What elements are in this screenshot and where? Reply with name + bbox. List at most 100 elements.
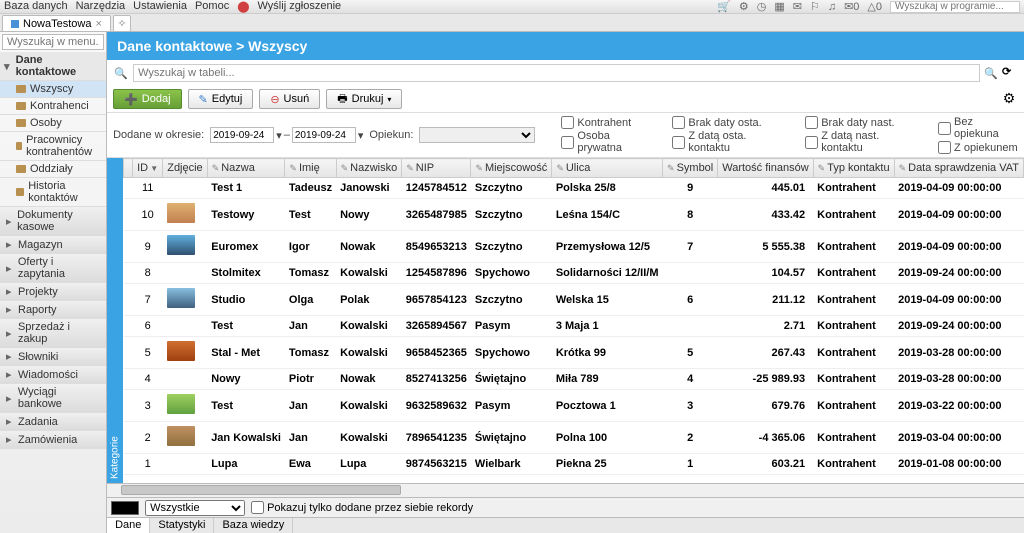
- menu-baza[interactable]: Baza danych: [4, 0, 68, 13]
- settings-icon[interactable]: ⚙: [739, 0, 749, 13]
- col-miejscowość[interactable]: ✎Miejscowość: [471, 159, 552, 178]
- sidebar-section-sprzedaż-i-zakup[interactable]: ▸Sprzedaż i zakup: [0, 319, 106, 348]
- tab-label: NowaTestowa: [23, 18, 91, 30]
- filter-combo[interactable]: Wszystkie: [145, 500, 245, 516]
- menu-zgloszenie[interactable]: Wyślij zgłoszenie: [258, 0, 342, 13]
- calendar-icon[interactable]: ▦: [774, 0, 784, 13]
- global-search-input[interactable]: [890, 1, 1020, 13]
- cart-icon[interactable]: 🛒: [717, 0, 731, 13]
- menu-narzedzia[interactable]: Narzędzia: [76, 0, 126, 13]
- sidebar-item-wszyscy[interactable]: Wszyscy: [0, 81, 106, 98]
- col-nazwisko[interactable]: ✎Nazwisko: [336, 159, 402, 178]
- only-own-check[interactable]: Pokazuj tylko dodane przez siebie rekord…: [251, 501, 473, 514]
- date-to-input[interactable]: [292, 127, 356, 143]
- col-nazwa[interactable]: ✎Nazwa: [207, 159, 285, 178]
- add-button[interactable]: ➕ Dodaj: [113, 89, 181, 109]
- table-row[interactable]: 9EuromexIgorNowak8549653213SzczytnoPrzem…: [124, 231, 1024, 263]
- flag-icon[interactable]: ⚐: [810, 0, 820, 13]
- sort-desc-icon: ▼: [148, 164, 158, 173]
- table-row[interactable]: 4NowyPiotrNowak8527413256ŚwiętajnoMiła 7…: [124, 369, 1024, 390]
- gear-icon[interactable]: ⚙: [1000, 89, 1018, 107]
- sidebar-section-projekty[interactable]: ▸Projekty: [0, 283, 106, 301]
- table-row[interactable]: 11Test 1TadeuszJanowski1245784512Szczytn…: [124, 178, 1024, 199]
- menu-ustawienia[interactable]: Ustawienia: [133, 0, 187, 13]
- table-row[interactable]: 2Jan KowalskiJanKowalski7896541235Święta…: [124, 422, 1024, 454]
- col-zdjęcie[interactable]: Zdjęcie: [163, 159, 207, 178]
- table-row[interactable]: 6TestJanKowalski3265894567Pasym3 Maja 12…: [124, 316, 1024, 337]
- col-typ-kontaktu[interactable]: ✎Typ kontaktu: [813, 159, 894, 178]
- filter-check-kontrahent[interactable]: Kontrahent: [561, 116, 654, 129]
- filter-check-z-dat-osta-kontaktu[interactable]: Z datą osta. kontaktu: [672, 130, 787, 154]
- sidebar-section-oferty-i-zapytania[interactable]: ▸Oferty i zapytania: [0, 254, 106, 283]
- col-blank[interactable]: [124, 159, 133, 178]
- tab-dane[interactable]: Dane: [107, 518, 150, 533]
- sidebar-section-wiadomości[interactable]: ▸Wiadomości: [0, 366, 106, 384]
- sidebar-section-magazyn[interactable]: ▸Magazyn: [0, 236, 106, 254]
- tab-nowatestowa[interactable]: NowaTestowa ×: [2, 15, 111, 31]
- menu-pomoc[interactable]: Pomoc: [195, 0, 229, 13]
- sidebar-section-zadania[interactable]: ▸Zadania: [0, 413, 106, 431]
- col-imię[interactable]: ✎Imię: [285, 159, 336, 178]
- sidebar-item-osoby[interactable]: Osoby: [0, 115, 106, 132]
- sidebar-item-pracownicy-kontrahentów[interactable]: Pracownicy kontrahentów: [0, 132, 106, 161]
- pencil-icon: ✎: [212, 163, 220, 173]
- filter-check-z-dat-nast-kontaktu[interactable]: Z datą nast. kontaktu: [805, 130, 920, 154]
- print-button[interactable]: 🖶 Drukuj ▾: [326, 89, 402, 109]
- sidebar-item-historia-kontaktów[interactable]: Historia kontaktów: [0, 178, 106, 207]
- filter-check-brak-daty-osta-[interactable]: Brak daty osta.: [672, 116, 787, 129]
- sidebar-section-wyciągi-bankowe[interactable]: ▸Wyciągi bankowe: [0, 384, 106, 413]
- sidebar-group-dane[interactable]: ▾Dane kontaktowe: [0, 52, 106, 81]
- col-id[interactable]: ID ▼: [133, 159, 163, 178]
- menu-search-input[interactable]: [2, 34, 104, 50]
- table-row[interactable]: 10TestowyTestNowy3265487985SzczytnoLeśna…: [124, 199, 1024, 231]
- sidebar-section-raporty[interactable]: ▸Raporty: [0, 301, 106, 319]
- col-wartość-finansów[interactable]: Wartość finansów: [718, 159, 813, 178]
- table-row[interactable]: 7StudioOlgaPolak9657854123SzczytnoWelska…: [124, 284, 1024, 316]
- chevron-right-icon: ▸: [6, 303, 14, 316]
- table-row[interactable]: 5Stal - MetTomaszKowalski9658452365Spych…: [124, 337, 1024, 369]
- sidebar-item-oddziały[interactable]: Oddziały: [0, 161, 106, 178]
- sidebar-section-słowniki[interactable]: ▸Słowniki: [0, 348, 106, 366]
- col-nip[interactable]: ✎NIP: [402, 159, 471, 178]
- chevron-right-icon: ▸: [6, 262, 14, 275]
- pencil-icon: ✎: [199, 93, 208, 106]
- mail-icon[interactable]: ✉: [793, 0, 802, 13]
- col-ulica[interactable]: ✎Ulica: [552, 159, 663, 178]
- table-row[interactable]: 1LupaEwaLupa9874563215WielbarkPiekna 251…: [124, 454, 1024, 475]
- col-data-sprawdzenia-vat[interactable]: ✎Data sprawdzenia VAT: [894, 159, 1023, 178]
- horizontal-scrollbar[interactable]: [107, 483, 1024, 497]
- delete-button[interactable]: ⊖ Usuń: [259, 89, 320, 109]
- pencil-icon: ✎: [818, 163, 826, 173]
- filter-check-brak-daty-nast-[interactable]: Brak daty nast.: [805, 116, 920, 129]
- kategorie-tab[interactable]: Kategorie: [107, 158, 123, 483]
- table-search-input[interactable]: [133, 64, 980, 82]
- inbox-badge[interactable]: ✉0: [844, 0, 859, 13]
- close-icon[interactable]: ×: [95, 18, 101, 30]
- date-from-input[interactable]: [210, 127, 274, 143]
- plus-icon: ➕: [124, 93, 138, 106]
- search-go-icon[interactable]: 🔍: [984, 67, 998, 80]
- table-row[interactable]: 8StolmitexTomaszKowalski1254587896Spycho…: [124, 263, 1024, 284]
- folder-icon: [16, 142, 22, 150]
- alert-badge[interactable]: △0: [867, 0, 882, 13]
- sidebar-section-zamówienia[interactable]: ▸Zamówienia: [0, 431, 106, 449]
- thumbnail: [167, 288, 195, 308]
- bell-icon[interactable]: ♫: [828, 1, 836, 13]
- edit-button[interactable]: ✎ Edytuj: [188, 89, 254, 109]
- sidebar-item-kontrahenci[interactable]: Kontrahenci: [0, 98, 106, 115]
- opiekun-select[interactable]: [419, 127, 535, 143]
- table-row[interactable]: 3TestJanKowalski9632589632PasymPocztowa …: [124, 390, 1024, 422]
- tab-statystyki[interactable]: Statystyki: [150, 518, 214, 533]
- color-chip[interactable]: [111, 501, 139, 515]
- tab-new[interactable]: ✧: [113, 15, 131, 31]
- refresh-icon[interactable]: ⟳: [1002, 65, 1018, 81]
- filter-check-bez-opiekuna[interactable]: Bez opiekuna: [938, 116, 1018, 140]
- sidebar-section-dokumenty-kasowe[interactable]: ▸Dokumenty kasowe: [0, 207, 106, 236]
- filter-check-osoba-prywatna[interactable]: Osoba prywatna: [561, 130, 654, 154]
- clock-icon[interactable]: ◷: [757, 0, 767, 13]
- filter-check-z-opiekunem[interactable]: Z opiekunem: [938, 141, 1018, 154]
- opiekun-label: Opiekun:: [369, 129, 413, 141]
- col-symbol[interactable]: ✎Symbol: [663, 159, 718, 178]
- pencil-icon: ✎: [406, 163, 414, 173]
- tab-baza-wiedzy[interactable]: Baza wiedzy: [214, 518, 293, 533]
